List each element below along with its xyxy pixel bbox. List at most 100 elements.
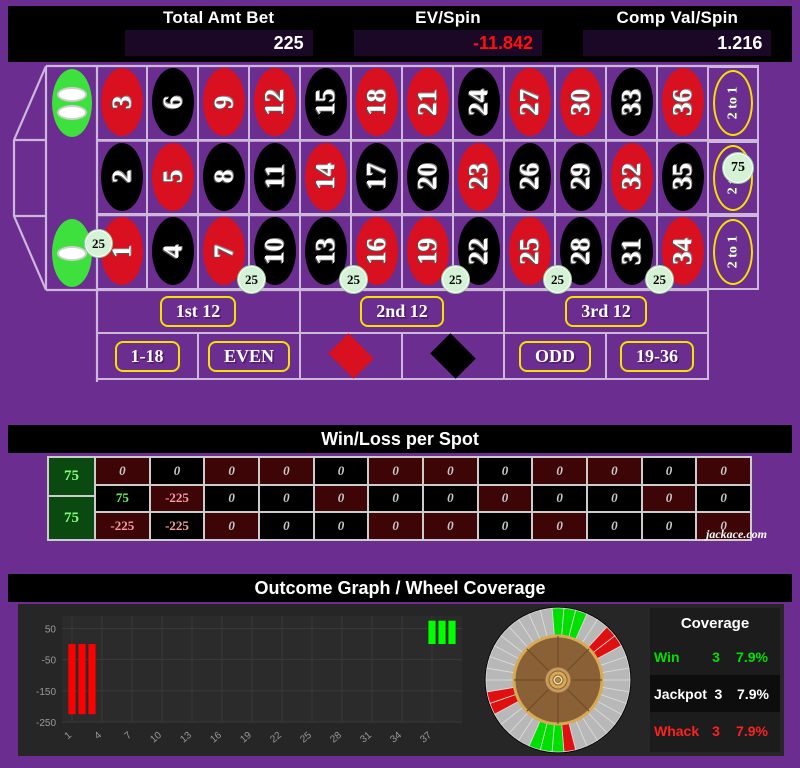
bet-column-2to1-1[interactable]: 2 to 1 — [709, 66, 759, 141]
bet-spot-36[interactable]: 36 — [658, 66, 709, 141]
number-label: 24 — [463, 88, 493, 116]
column-label: 2 to 1 — [724, 236, 740, 269]
coverage-name: Jackpot — [654, 685, 707, 702]
bet-spot-6[interactable]: 6 — [148, 66, 199, 141]
number-label: 30 — [565, 88, 595, 116]
number-oval: 12 — [253, 68, 296, 137]
bet-chip-25[interactable]: 25 — [543, 265, 572, 294]
winloss-cell: 0 — [314, 458, 368, 484]
bet-19-36[interactable]: 19-36 — [607, 334, 709, 380]
winloss-value: 0 — [556, 462, 563, 478]
winloss-cell: 0 — [642, 513, 696, 539]
winloss-cell: 0 — [588, 458, 641, 484]
number-label: 23 — [463, 163, 493, 191]
bet-spot-14[interactable]: 14 — [301, 140, 352, 216]
number-label: 5 — [157, 170, 187, 184]
number-label: 32 — [616, 163, 646, 191]
bet-red[interactable] — [301, 333, 403, 380]
winloss-cell: 0 — [478, 513, 532, 539]
bet-spot-21[interactable]: 21 — [403, 66, 454, 141]
bet-1-18[interactable]: 1-18 — [97, 334, 199, 380]
bet-spot-24[interactable]: 24 — [454, 66, 505, 141]
x-tick-label: 16 — [208, 730, 224, 746]
zero-zone — [46, 66, 98, 290]
winloss-value: 0 — [392, 462, 399, 478]
number-oval: 21 — [406, 68, 449, 137]
bet-spot-11[interactable]: 11 — [250, 140, 301, 216]
bet-chip-75[interactable]: 75 — [722, 152, 754, 184]
bet-spot-9[interactable]: 9 — [199, 66, 250, 141]
winloss-cell: 0 — [205, 458, 258, 484]
stat-total-amt-bet: Total Amt Bet 225 — [104, 6, 333, 62]
winloss-value: 0 — [447, 462, 454, 478]
winloss-value: 0 — [283, 518, 290, 534]
bet-spot-8[interactable]: 8 — [199, 140, 250, 216]
bet-spot-12[interactable]: 12 — [250, 66, 301, 141]
zero-glyph-icon — [57, 86, 87, 102]
coverage-count: 3 — [714, 685, 723, 702]
bet-spot-33[interactable]: 33 — [607, 66, 658, 141]
bar — [68, 644, 76, 715]
bet-spot-32[interactable]: 32 — [607, 140, 658, 216]
bet-spot-17[interactable]: 17 — [352, 140, 403, 216]
bet-spot-00[interactable] — [46, 66, 98, 140]
number-label: 6 — [157, 95, 187, 110]
y-tick-label: -150 — [36, 687, 56, 698]
bet-dozen-1[interactable]: 1st 12 — [97, 290, 301, 334]
bet-spot-27[interactable]: 27 — [505, 66, 556, 141]
bet-dozen-2[interactable]: 2nd 12 — [301, 290, 505, 334]
bet-even[interactable]: EVEN — [199, 334, 301, 380]
bet-spot-23[interactable]: 23 — [454, 140, 505, 216]
winloss-value: 0 — [392, 518, 399, 534]
bet-chip-25[interactable]: 25 — [339, 265, 368, 294]
number-oval: 17 — [355, 142, 398, 211]
number-oval: 23 — [457, 142, 500, 211]
red-diamond-icon — [328, 333, 374, 379]
winloss-value: 0 — [337, 462, 345, 478]
bet-spot-30[interactable]: 30 — [556, 66, 607, 141]
bet-chip-25[interactable]: 25 — [645, 265, 674, 294]
number-label: 11 — [258, 164, 289, 190]
bet-chip-25[interactable]: 25 — [237, 265, 266, 294]
number-label: 8 — [208, 170, 238, 184]
bet-spot-35[interactable]: 35 — [658, 140, 709, 216]
outside-bet-label: 19-36 — [620, 340, 694, 372]
bet-odd[interactable]: ODD — [505, 334, 607, 380]
bet-spot-18[interactable]: 18 — [352, 66, 403, 141]
number-oval: 9 — [202, 68, 245, 137]
bet-dozen-3[interactable]: 3rd 12 — [505, 290, 709, 334]
bet-black[interactable] — [403, 333, 505, 380]
winloss-cell: 0 — [642, 485, 696, 512]
number-label: 14 — [310, 163, 340, 191]
bet-spot-3[interactable]: 3 — [97, 66, 148, 141]
number-label: 15 — [310, 88, 340, 116]
number-label: 13 — [310, 237, 340, 265]
roulette-wheel-icon — [484, 606, 632, 754]
winloss-value: 0 — [447, 490, 454, 506]
bet-spot-5[interactable]: 5 — [148, 140, 199, 216]
bet-spot-20[interactable]: 20 — [403, 140, 454, 216]
number-oval: 24 — [457, 68, 500, 137]
bar — [88, 644, 96, 715]
winloss-value: 0 — [665, 462, 673, 478]
stat-comp-val-per-spin: Comp Val/Spin 1.216 — [563, 6, 792, 62]
bet-chip-25[interactable]: 25 — [84, 229, 113, 258]
winloss-value: 0 — [556, 518, 563, 534]
winloss-value: -225 — [165, 518, 189, 534]
number-label: 28 — [565, 237, 595, 265]
bet-chip-25[interactable]: 25 — [441, 265, 470, 294]
bet-spot-26[interactable]: 26 — [505, 140, 556, 216]
bet-spot-2[interactable]: 2 — [97, 140, 148, 216]
stat-value: -11.842 — [472, 32, 534, 53]
coverage-count: 3 — [712, 722, 720, 739]
x-tick-label: 10 — [148, 730, 164, 746]
bet-spot-4[interactable]: 4 — [148, 215, 199, 290]
winloss-cell: 0 — [260, 485, 313, 512]
bar — [438, 620, 446, 645]
number-label: 25 — [514, 237, 544, 265]
winloss-cell: 0 — [96, 458, 149, 484]
winloss-value: -225 — [110, 518, 135, 534]
bet-column-2to1-3[interactable]: 2 to 1 — [709, 215, 759, 290]
bet-spot-15[interactable]: 15 — [301, 66, 352, 141]
bet-spot-29[interactable]: 29 — [556, 140, 607, 216]
